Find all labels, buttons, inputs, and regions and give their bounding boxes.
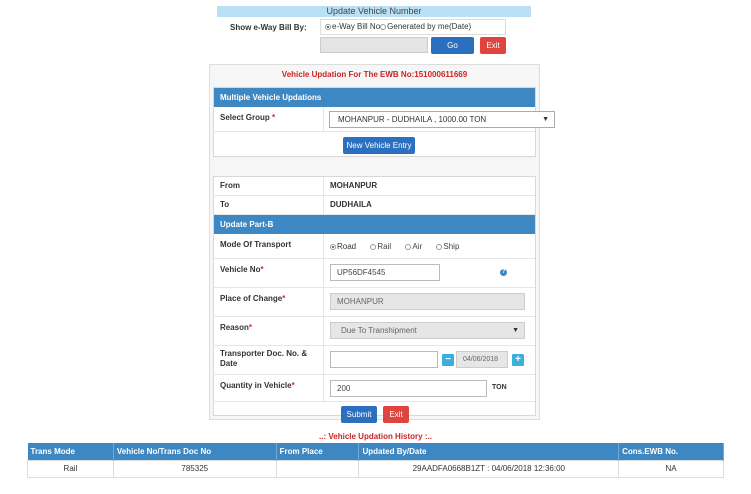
required-mark: * bbox=[282, 294, 286, 303]
mode-road-radio[interactable]: Road bbox=[330, 242, 356, 251]
quantity-input[interactable]: 200 bbox=[330, 380, 487, 397]
minus-icon[interactable]: − bbox=[442, 354, 454, 366]
vehicle-no-input[interactable]: UP56DF4545 bbox=[330, 264, 440, 281]
vehicle-no-label: Vehicle No* bbox=[214, 259, 324, 287]
vehicle-updation-panel: Vehicle Updation For The EWB No:15100061… bbox=[209, 64, 555, 423]
reason-row: Reason* Due To Transhipment ▼ bbox=[214, 317, 535, 346]
history-table: Trans Mode Vehicle No/Trans Doc No From … bbox=[27, 443, 724, 478]
select-group-row: Select Group * MOHANPUR - DUDHAILA , 100… bbox=[214, 107, 555, 132]
show-ewb-by-label: Show e-Way Bill By: bbox=[230, 23, 307, 32]
multiple-vehicle-box: Multiple Vehicle Updations Select Group … bbox=[213, 87, 555, 157]
ewb-search-input[interactable] bbox=[320, 37, 428, 53]
transporter-date-input[interactable]: 04/06/2018 bbox=[456, 351, 508, 368]
radio-checked-icon bbox=[325, 24, 331, 30]
to-label: To bbox=[214, 196, 324, 214]
column-header: Updated By/Date bbox=[358, 443, 620, 460]
table-cell: 29AADFA0668B1ZT : 04/06/2018 12:36:00 bbox=[358, 459, 620, 478]
radio-ewb-no[interactable]: e-Way Bill No bbox=[325, 22, 380, 31]
to-row: To DUDHAILA bbox=[214, 196, 535, 215]
exit-button[interactable]: Exit bbox=[480, 37, 506, 54]
column-header: Trans Mode bbox=[27, 443, 114, 460]
exit-button[interactable]: Exit bbox=[383, 406, 409, 423]
new-vehicle-entry-button[interactable]: New Vehicle Entry bbox=[343, 137, 415, 154]
from-row: From MOHANPUR bbox=[214, 177, 535, 196]
table-cell: 785325 bbox=[112, 459, 277, 478]
update-part-b-box: From MOHANPUR To DUDHAILA Update Part-B … bbox=[213, 176, 536, 423]
table-cell: Rail bbox=[27, 459, 114, 478]
transporter-row: Transporter Doc. No. & Date − 04/06/2018… bbox=[214, 346, 535, 375]
select-group-dropdown[interactable]: MOHANPUR - DUDHAILA , 1000.00 TON ▼ bbox=[329, 111, 555, 128]
radio-unchecked-icon bbox=[380, 24, 387, 30]
help-icon[interactable]: ? bbox=[500, 269, 507, 276]
history-title: ..: Vehicle Updation History :.. bbox=[319, 432, 432, 441]
required-mark: * bbox=[272, 113, 276, 122]
submit-button[interactable]: Submit bbox=[341, 406, 377, 423]
update-part-b-heading: Update Part-B bbox=[214, 215, 535, 234]
select-group-label: Select Group * bbox=[214, 107, 324, 131]
table-cell: NA bbox=[618, 459, 724, 478]
page-title: Update Vehicle Number bbox=[217, 6, 531, 17]
radio-generated-by-me[interactable]: Generated by me(Date) bbox=[380, 22, 471, 31]
mode-ship-radio[interactable]: Ship bbox=[436, 242, 459, 251]
mode-row: Mode Of Transport Road Rail Air Ship bbox=[214, 234, 535, 259]
plus-icon[interactable]: + bbox=[512, 354, 524, 366]
transporter-doc-input[interactable] bbox=[330, 351, 438, 368]
table-row: Rail 785325 29AADFA0668B1ZT : 04/06/2018… bbox=[27, 459, 724, 478]
chevron-down-icon: ▼ bbox=[542, 116, 549, 123]
chevron-down-icon: ▼ bbox=[512, 327, 519, 334]
column-header: Cons.EWB No. bbox=[618, 443, 724, 460]
required-mark: * bbox=[248, 323, 253, 332]
vehicle-no-row: Vehicle No* UP56DF4545 ? bbox=[214, 259, 535, 288]
place-row: Place of Change* MOHANPUR bbox=[214, 288, 535, 317]
radio-unchecked-icon bbox=[405, 244, 412, 250]
quantity-row: Quantity in Vehicle* 200 TON bbox=[214, 375, 535, 402]
action-row: Submit Exit bbox=[214, 402, 535, 427]
ewb-heading: Vehicle Updation For The EWB No:15100061… bbox=[281, 70, 468, 79]
required-mark: * bbox=[291, 381, 295, 390]
quantity-unit: TON bbox=[492, 384, 507, 391]
quantity-label: Quantity in Vehicle* bbox=[214, 375, 324, 401]
radio-checked-icon bbox=[330, 244, 336, 250]
from-label: From bbox=[214, 177, 324, 195]
reason-label: Reason* bbox=[214, 317, 324, 345]
mode-label: Mode Of Transport bbox=[214, 234, 324, 258]
radio-unchecked-icon bbox=[436, 244, 443, 250]
mode-air-radio[interactable]: Air bbox=[405, 242, 422, 251]
show-by-radio-group: e-Way Bill No Generated by me(Date) bbox=[320, 19, 506, 35]
mode-rail-radio[interactable]: Rail bbox=[370, 242, 391, 251]
reason-select[interactable]: Due To Transhipment ▼ bbox=[330, 322, 525, 339]
transporter-label: Transporter Doc. No. & Date bbox=[214, 346, 324, 374]
table-header-row: Trans Mode Vehicle No/Trans Doc No From … bbox=[27, 443, 724, 460]
place-label: Place of Change* bbox=[214, 288, 324, 316]
to-value: DUDHAILA bbox=[330, 200, 372, 209]
radio-unchecked-icon bbox=[370, 244, 377, 250]
place-of-change-input[interactable]: MOHANPUR bbox=[330, 293, 525, 310]
new-vehicle-row: New Vehicle Entry bbox=[214, 132, 535, 157]
column-header: Vehicle No/Trans Doc No bbox=[113, 443, 277, 460]
multiple-vehicle-heading: Multiple Vehicle Updations bbox=[214, 88, 535, 107]
table-cell bbox=[275, 459, 360, 478]
from-value: MOHANPUR bbox=[330, 181, 378, 190]
required-mark: * bbox=[260, 265, 264, 274]
column-header: From Place bbox=[276, 443, 360, 460]
go-button[interactable]: Go bbox=[431, 37, 474, 54]
